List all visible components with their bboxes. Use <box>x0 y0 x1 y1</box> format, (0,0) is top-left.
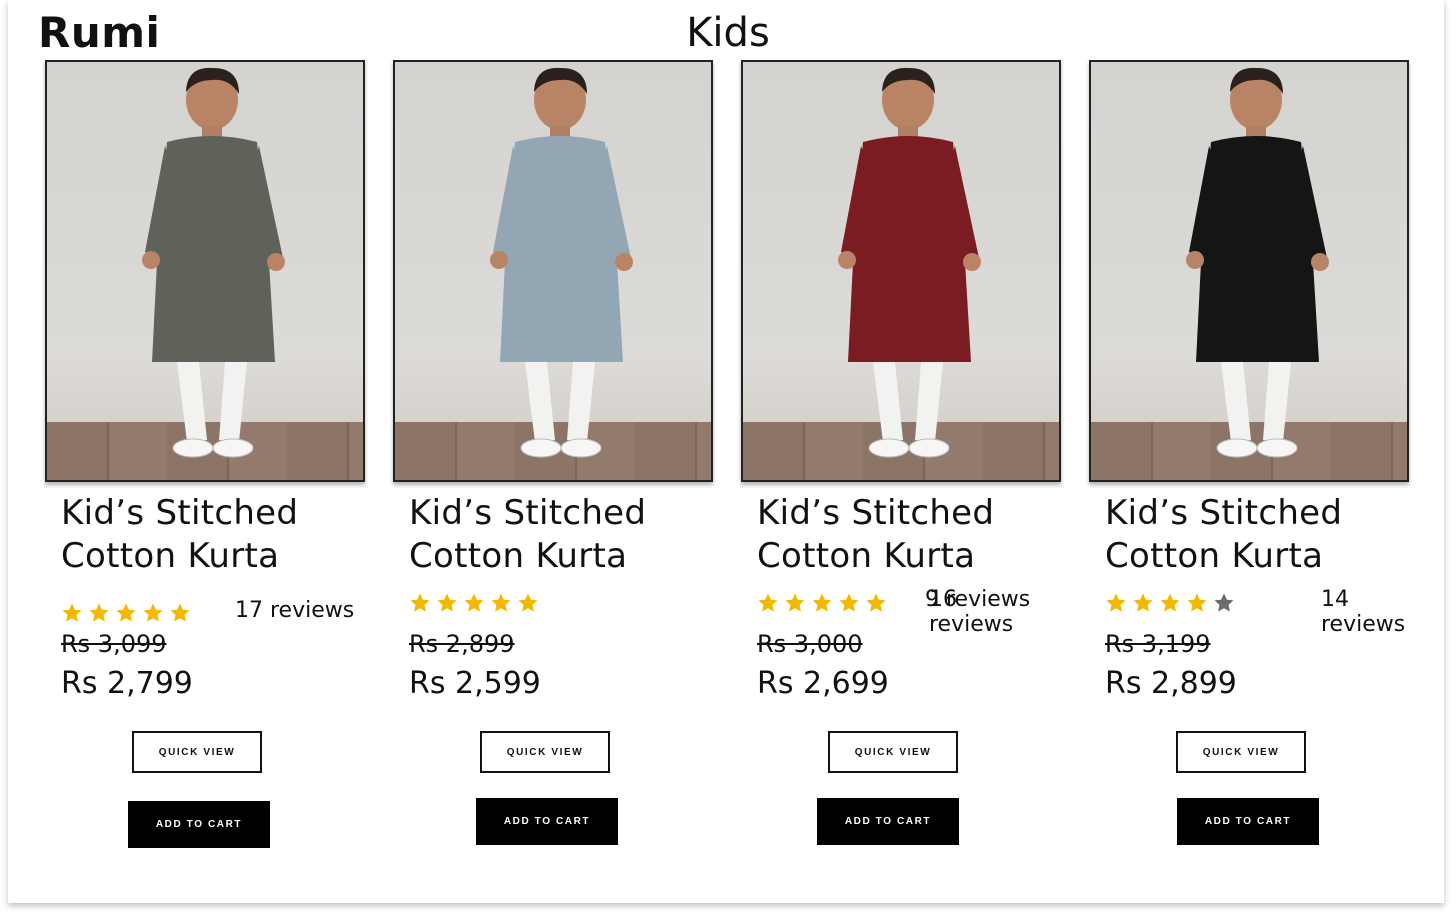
star-filled-icon <box>437 593 457 612</box>
product-name-line2: Cotton Kurta <box>61 536 280 576</box>
product-name-line1: Kid’s Stitched <box>409 493 647 533</box>
add-to-cart-button[interactable]: ADD TO CART <box>128 801 270 848</box>
reviews-count[interactable]: 17 reviews <box>235 598 354 623</box>
product-image[interactable] <box>1089 60 1409 482</box>
product-card[interactable]: Kid’s Stitched Cotton Kurta 16 reviews R… <box>393 60 1013 900</box>
star-filled-icon <box>464 593 484 612</box>
product-name-line1: Kid’s Stitched <box>757 493 995 533</box>
product-name[interactable]: Kid’s Stitched Cotton Kurta <box>409 492 709 578</box>
rating-stars <box>757 592 887 614</box>
star-filled-icon <box>116 603 136 622</box>
add-to-cart-button[interactable]: ADD TO CART <box>817 798 959 845</box>
star-filled-icon <box>491 593 511 612</box>
quick-view-button[interactable]: QUICK VIEW <box>1176 731 1306 773</box>
star-empty-icon <box>1214 593 1234 612</box>
original-price: Rs 3,099 <box>61 630 167 658</box>
quick-view-button[interactable]: QUICK VIEW <box>132 731 262 773</box>
product-name-line1: Kid’s Stitched <box>61 493 299 533</box>
product-name-line2: Cotton Kurta <box>409 536 628 576</box>
add-to-cart-button[interactable]: ADD TO CART <box>1177 798 1319 845</box>
product-image[interactable] <box>741 60 1061 482</box>
star-filled-icon <box>518 593 538 612</box>
product-name[interactable]: Kid’s Stitched Cotton Kurta <box>757 492 1057 578</box>
quick-view-button[interactable]: QUICK VIEW <box>480 731 610 773</box>
product-name-line1: Kid’s Stitched <box>1105 493 1343 533</box>
product-name[interactable]: Kid’s Stitched Cotton Kurta <box>61 492 361 578</box>
page-title: Kids <box>686 10 770 56</box>
original-price: Rs 3,000 <box>757 630 863 658</box>
star-filled-icon <box>143 603 163 622</box>
rating-stars <box>409 592 539 614</box>
star-filled-icon <box>785 593 805 612</box>
star-filled-icon <box>758 593 778 612</box>
star-filled-icon <box>866 593 886 612</box>
star-filled-icon <box>1160 593 1180 612</box>
star-filled-icon <box>1133 593 1153 612</box>
quick-view-button[interactable]: QUICK VIEW <box>828 731 958 773</box>
sale-price: Rs 2,599 <box>409 666 541 701</box>
star-filled-icon <box>410 593 430 612</box>
star-filled-icon <box>170 603 190 622</box>
rating-stars <box>61 602 191 624</box>
sale-price: Rs 2,799 <box>61 666 193 701</box>
star-filled-icon <box>839 593 859 612</box>
star-filled-icon <box>89 603 109 622</box>
product-image[interactable] <box>45 60 365 482</box>
star-filled-icon <box>1106 593 1126 612</box>
product-name[interactable]: Kid’s Stitched Cotton Kurta <box>1105 492 1405 578</box>
product-name-line2: Cotton Kurta <box>757 536 976 576</box>
star-filled-icon <box>1187 593 1207 612</box>
add-to-cart-button[interactable]: ADD TO CART <box>476 798 618 845</box>
star-filled-icon <box>62 603 82 622</box>
product-image[interactable] <box>393 60 713 482</box>
rating-stars <box>1105 592 1235 614</box>
reviews-count[interactable]: 14 reviews <box>1321 587 1409 637</box>
reviews-count[interactable]: 9 reviews <box>925 587 1030 612</box>
product-name-line2: Cotton Kurta <box>1105 536 1324 576</box>
product-card[interactable]: Kid’s Stitched Cotton Kurta 14 reviews R… <box>1089 60 1409 900</box>
sale-price: Rs 2,699 <box>757 666 889 701</box>
original-price: Rs 2,899 <box>409 630 515 658</box>
product-card[interactable]: Kid’s Stitched Cotton Kurta 17 reviews R… <box>45 60 365 900</box>
sale-price: Rs 2,899 <box>1105 666 1237 701</box>
original-price: Rs 3,199 <box>1105 630 1211 658</box>
star-filled-icon <box>812 593 832 612</box>
product-card[interactable]: Kid’s Stitched Cotton Kurta 9 reviews Rs… <box>741 60 1061 900</box>
